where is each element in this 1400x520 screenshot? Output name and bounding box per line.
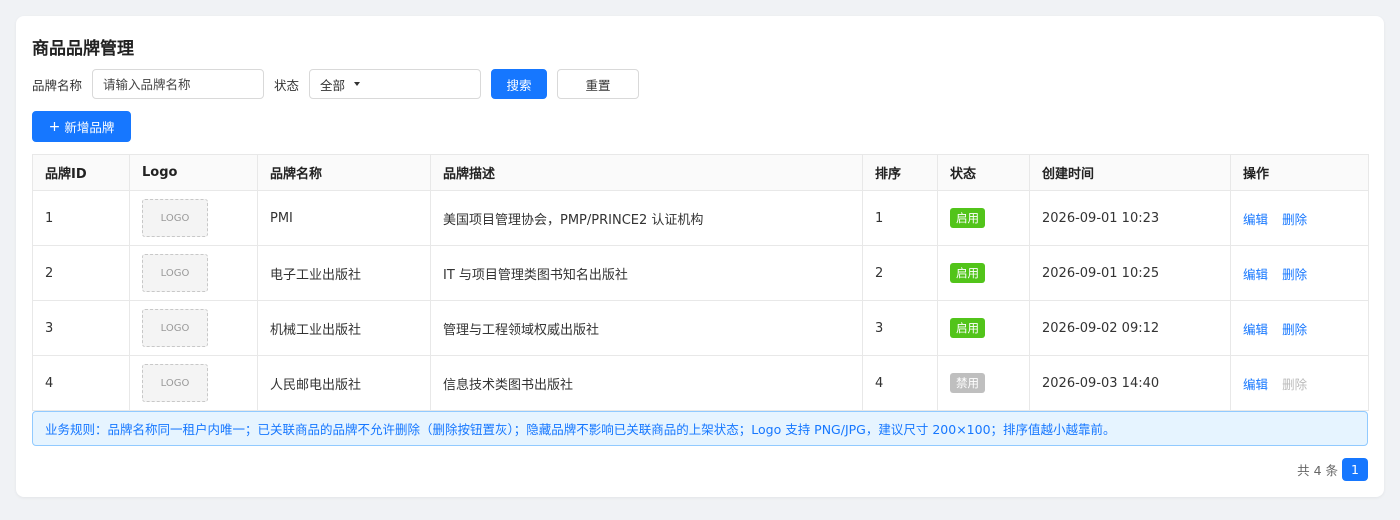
cell-actions: 编辑 删除 [1230, 300, 1369, 356]
edit-link[interactable]: 编辑 [1243, 377, 1268, 392]
cell-brand-id: 3 [32, 300, 130, 356]
column-header-status: 状态 [937, 154, 1030, 191]
brand-name-input[interactable] [92, 69, 265, 99]
brand-name-label: 品牌名称 [32, 77, 83, 93]
edit-link[interactable]: 编辑 [1243, 322, 1268, 337]
cell-logo: LOGO [129, 190, 258, 246]
cell-description: 管理与工程领域权威出版社 [430, 300, 863, 356]
cell-status: 启用 [937, 300, 1030, 356]
status-badge: 禁用 [950, 373, 985, 393]
cell-status: 启用 [937, 190, 1030, 246]
cell-actions: 编辑 删除 [1230, 245, 1369, 301]
column-header-description: 品牌描述 [430, 154, 863, 191]
add-brand-button[interactable]: + 新增品牌 [32, 111, 131, 142]
cell-description: IT 与项目管理类图书知名出版社 [430, 245, 863, 301]
business-rule-note: 业务规则：品牌名称同一租户内唯一；已关联商品的品牌不允许删除（删除按钮置灰）；隐… [32, 411, 1368, 446]
delete-link: 删除 [1282, 376, 1308, 392]
cell-created-time: 2026-09-03 14:40 [1029, 355, 1231, 411]
table-row: 4 LOGO 人民邮电出版社 信息技术类图书出版社 4 禁用 2026-09-0… [32, 355, 1369, 411]
brand-table-wrapper: 品牌ID Logo 品牌名称 品牌描述 排序 状态 创建时间 操作 1 LOGO… [32, 154, 1369, 411]
caret-down-icon [354, 82, 361, 86]
column-header-sort: 排序 [862, 154, 938, 191]
table-row: 1 LOGO PMI 美国项目管理协会，PMP/PRINCE2 认证机构 1 启… [32, 190, 1369, 246]
cell-brand-id: 4 [32, 355, 130, 411]
cell-status: 启用 [937, 245, 1030, 301]
status-badge: 启用 [950, 318, 985, 338]
status-badge: 启用 [950, 208, 985, 228]
reset-button[interactable]: 重置 [557, 69, 640, 99]
logo-placeholder: LOGO [142, 199, 208, 237]
page-title: 商品品牌管理 [32, 39, 134, 59]
cell-brand-id: 2 [32, 245, 130, 301]
brand-table: 品牌ID Logo 品牌名称 品牌描述 排序 状态 创建时间 操作 1 LOGO… [32, 154, 1369, 411]
cell-brand-id: 1 [32, 190, 130, 246]
cell-sort: 1 [862, 190, 938, 246]
cell-sort: 2 [862, 245, 938, 301]
table-row: 2 LOGO 电子工业出版社 IT 与项目管理类图书知名出版社 2 启用 202… [32, 245, 1369, 301]
pagination: 共 4 条 1 [1297, 458, 1368, 481]
logo-placeholder: LOGO [142, 364, 208, 402]
delete-link[interactable]: 删除 [1282, 212, 1307, 227]
status-select-value: 全部 [320, 77, 346, 93]
delete-link[interactable]: 删除 [1282, 322, 1307, 337]
logo-placeholder: LOGO [142, 309, 208, 347]
page-number-1[interactable]: 1 [1342, 458, 1368, 481]
cell-created-time: 2026-09-01 10:23 [1029, 190, 1231, 246]
column-header-brand-id: 品牌ID [32, 154, 130, 191]
delete-link[interactable]: 删除 [1282, 267, 1307, 282]
cell-brand-name: 机械工业出版社 [257, 300, 431, 356]
status-badge: 启用 [950, 263, 985, 283]
logo-placeholder: LOGO [142, 254, 208, 292]
brand-management-card: 商品品牌管理 品牌名称 状态 全部 搜索 重置 + 新增品牌 [16, 16, 1384, 497]
cell-created-time: 2026-09-02 09:12 [1029, 300, 1231, 356]
table-header-row: 品牌ID Logo 品牌名称 品牌描述 排序 状态 创建时间 操作 [32, 154, 1369, 191]
cell-brand-name: PMI [257, 190, 431, 246]
status-select[interactable]: 全部 [309, 69, 482, 99]
cell-description: 美国项目管理协会，PMP/PRINCE2 认证机构 [430, 190, 863, 246]
cell-actions: 编辑 删除 [1230, 355, 1369, 411]
edit-link[interactable]: 编辑 [1243, 212, 1268, 227]
cell-brand-name: 电子工业出版社 [257, 245, 431, 301]
cell-logo: LOGO [129, 245, 258, 301]
filter-bar: 品牌名称 状态 全部 搜索 重置 [32, 69, 640, 99]
status-label: 状态 [274, 77, 300, 93]
cell-actions: 编辑 删除 [1230, 190, 1369, 246]
cell-created-time: 2026-09-01 10:25 [1029, 245, 1231, 301]
cell-sort: 4 [862, 355, 938, 411]
column-header-actions: 操作 [1230, 154, 1369, 191]
table-row: 3 LOGO 机械工业出版社 管理与工程领域权威出版社 3 启用 2026-09… [32, 300, 1369, 356]
column-header-created-time: 创建时间 [1029, 154, 1231, 191]
add-brand-label: 新增品牌 [64, 120, 115, 135]
pagination-total: 共 4 条 [1297, 463, 1338, 478]
column-header-brand-name: 品牌名称 [257, 154, 431, 191]
cell-description: 信息技术类图书出版社 [430, 355, 863, 411]
cell-logo: LOGO [129, 300, 258, 356]
cell-status: 禁用 [937, 355, 1030, 411]
cell-brand-name: 人民邮电出版社 [257, 355, 431, 411]
plus-icon: + [48, 118, 61, 135]
cell-sort: 3 [862, 300, 938, 356]
search-button[interactable]: 搜索 [491, 69, 548, 99]
column-header-logo: Logo [129, 154, 258, 191]
edit-link[interactable]: 编辑 [1243, 267, 1268, 282]
cell-logo: LOGO [129, 355, 258, 411]
